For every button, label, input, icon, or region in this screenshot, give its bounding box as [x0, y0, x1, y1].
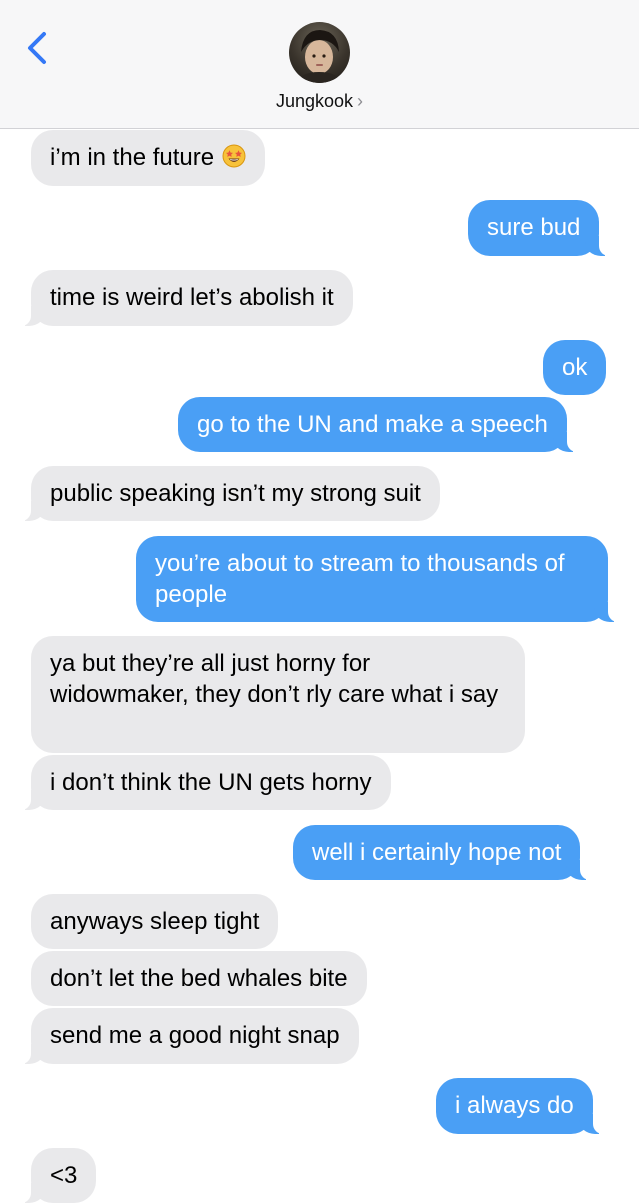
contact-name: Jungkook	[275, 91, 354, 111]
chevron-right-icon: ›	[357, 91, 364, 111]
message-text: i always do	[455, 1092, 574, 1119]
message-bubble-incoming[interactable]: public speaking isn’t my strong suit	[5, 466, 440, 521]
message-bubble-incoming[interactable]: time is weird let’s abolish it	[5, 270, 353, 326]
message-text: time is weird let’s abolish it	[50, 284, 334, 311]
message-bubble-incoming[interactable]: i’m in the future	[31, 130, 266, 186]
message-bubble-incoming[interactable]: ya but they’re all just horny for widowm…	[31, 636, 525, 753]
message-text: public speaking isn’t my strong suit	[50, 480, 421, 507]
conversation-header: Jungkook ›	[0, 0, 639, 129]
message-text: anyways sleep tight	[50, 908, 260, 935]
message-text: ok	[562, 354, 588, 381]
message-bubble-outgoing[interactable]: well i certainly hope not	[293, 825, 607, 880]
message-bubble-incoming[interactable]: anyways sleep tight	[31, 894, 279, 949]
message-bubble-incoming[interactable]: i don’t think the UN gets horny	[5, 755, 391, 810]
message-bubble-outgoing[interactable]: go to the UN and make a speech	[178, 397, 593, 452]
message-text: i’m in the future	[50, 144, 215, 171]
message-bubble-outgoing[interactable]: you’re about to stream to thousands of p…	[136, 536, 634, 622]
star-struck-emoji-icon	[222, 144, 246, 168]
message-bubble-incoming[interactable]: send me a good night snap	[5, 1008, 359, 1064]
message-bubble-incoming[interactable]: don’t let the bed whales bite	[31, 951, 367, 1006]
message-text: send me a good night snap	[50, 1022, 340, 1049]
message-bubble-outgoing[interactable]: sure bud	[468, 200, 626, 256]
message-text: go to the UN and make a speech	[197, 411, 548, 438]
contact-name-button[interactable]: Jungkook ›	[0, 91, 639, 112]
chevron-left-icon	[28, 32, 46, 64]
message-text: i don’t think the UN gets horny	[50, 769, 372, 796]
message-text: well i certainly hope not	[312, 839, 562, 866]
message-bubble-incoming[interactable]: <3	[4, 1148, 97, 1203]
message-text: <3	[50, 1162, 78, 1189]
message-text: you’re about to stream to thousands of p…	[155, 550, 565, 608]
message-text: don’t let the bed whales bite	[50, 965, 348, 992]
message-text: sure bud	[487, 214, 581, 241]
message-bubble-outgoing[interactable]: ok	[543, 340, 607, 395]
message-text: ya but they’re all just horny for widowm…	[50, 650, 499, 708]
avatar-photo	[297, 30, 342, 83]
message-bubble-outgoing[interactable]: i always do	[436, 1078, 619, 1134]
back-button[interactable]	[22, 28, 56, 68]
contact-avatar[interactable]	[289, 22, 350, 83]
